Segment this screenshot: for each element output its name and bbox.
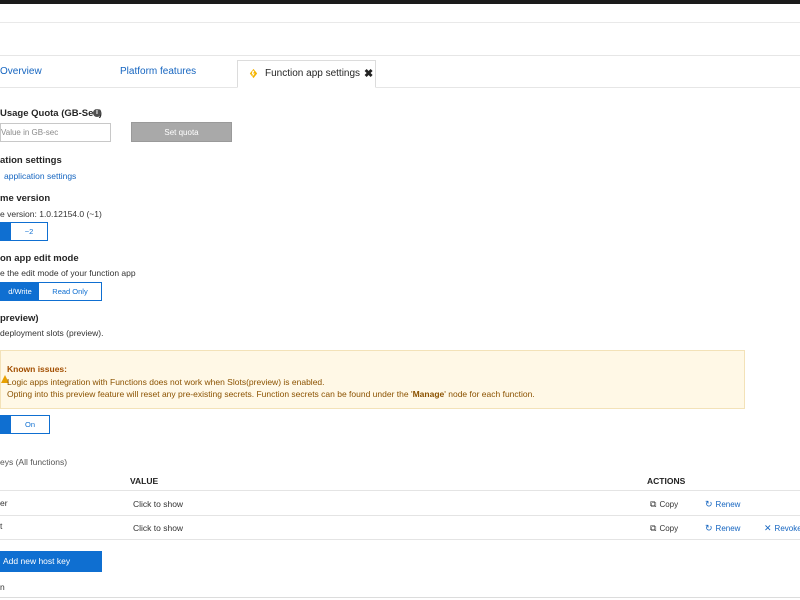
runtime-version-toggle: ~2 — [0, 222, 48, 241]
edit-mode-heading: on app edit mode — [0, 253, 79, 264]
app-settings-link[interactable]: application settings — [4, 171, 76, 181]
function-app-icon — [249, 68, 258, 79]
header-divider — [0, 22, 800, 23]
footer-fragment-text: n — [0, 582, 5, 592]
slots-option-on[interactable]: On — [11, 416, 49, 433]
table-row-divider — [0, 515, 800, 516]
runtime-current-version: e version: 1.0.12154.0 (~1) — [0, 209, 102, 219]
tab-overview[interactable]: Overview — [0, 66, 42, 77]
renew-label: Renew — [715, 524, 741, 533]
revoke-button[interactable]: ✕ Revoke — [764, 523, 800, 534]
copy-icon: ⧉ — [650, 499, 657, 509]
host-key-value-link[interactable]: Click to show — [133, 523, 183, 533]
runtime-heading: me version — [0, 193, 51, 204]
set-quota-button[interactable]: Set quota — [131, 122, 232, 142]
revoke-label: Revoke — [774, 524, 800, 533]
add-host-key-label: Add new host key — [3, 556, 71, 566]
edit-mode-read-write[interactable]: d/Write — [1, 283, 39, 300]
actions-column-header: ACTIONS — [647, 476, 686, 486]
quota-heading: Usage Quota (GB-Sec) — [0, 108, 102, 119]
edit-mode-toggle: d/Write Read Only — [0, 282, 102, 301]
info-icon[interactable]: i — [93, 109, 101, 117]
slots-description: deployment slots (preview). — [0, 328, 104, 338]
copy-label: Copy — [659, 524, 679, 533]
warning-line-2-start: Opting into this preview feature will re… — [7, 389, 413, 399]
copy-button[interactable]: ⧉ Copy — [650, 499, 678, 510]
host-key-name: t — [0, 521, 3, 531]
runtime-option-1[interactable] — [1, 223, 11, 240]
copy-button[interactable]: ⧉ Copy — [650, 523, 678, 534]
known-issues-warning: Known issues: Logic apps integration wit… — [0, 350, 745, 409]
tabs-bottom-divider — [0, 87, 800, 88]
tab-platform-features[interactable]: Platform features — [120, 66, 196, 77]
window-top-bar — [0, 0, 800, 4]
add-new-host-key-button[interactable]: Add new host key — [0, 551, 102, 572]
revoke-icon: ✕ — [764, 523, 772, 533]
host-key-value-link[interactable]: Click to show — [133, 499, 183, 509]
app-settings-heading: ation settings — [0, 155, 62, 166]
table-header-divider — [0, 490, 800, 491]
host-key-name: er — [0, 498, 8, 508]
warning-line-2: Opting into this preview feature will re… — [7, 389, 535, 399]
table-row-divider — [0, 539, 800, 540]
renew-icon: ↻ — [705, 523, 713, 533]
tabs-top-divider — [0, 55, 800, 56]
value-column-header: VALUE — [130, 476, 159, 486]
edit-mode-description: e the edit mode of your function app — [0, 268, 136, 278]
slots-heading: preview) — [0, 313, 39, 324]
quota-input[interactable] — [0, 123, 111, 142]
warning-manage-text: Manage — [412, 389, 445, 399]
runtime-option-2[interactable]: ~2 — [11, 223, 47, 240]
renew-icon: ↻ — [705, 499, 713, 509]
copy-label: Copy — [659, 500, 679, 509]
host-keys-heading: eys (All functions) — [0, 457, 68, 467]
renew-label: Renew — [715, 500, 741, 509]
tab-label: Function app settings — [265, 68, 361, 79]
edit-mode-read-only[interactable]: Read Only — [39, 283, 101, 300]
copy-icon: ⧉ — [650, 523, 657, 533]
warning-line-1: Logic apps integration with Functions do… — [7, 377, 325, 387]
bottom-divider — [0, 597, 800, 598]
warning-title: Known issues: — [7, 364, 67, 374]
close-icon[interactable]: ✖ — [364, 67, 373, 80]
slots-toggle: On — [0, 415, 50, 434]
tab-function-app-settings[interactable]: Function app settings ✖ — [237, 60, 376, 88]
warning-line-2-end: ' node for each function. — [444, 389, 535, 399]
slots-option-off[interactable] — [1, 416, 11, 433]
renew-button[interactable]: ↻ Renew — [705, 523, 740, 534]
renew-button[interactable]: ↻ Renew — [705, 499, 740, 510]
